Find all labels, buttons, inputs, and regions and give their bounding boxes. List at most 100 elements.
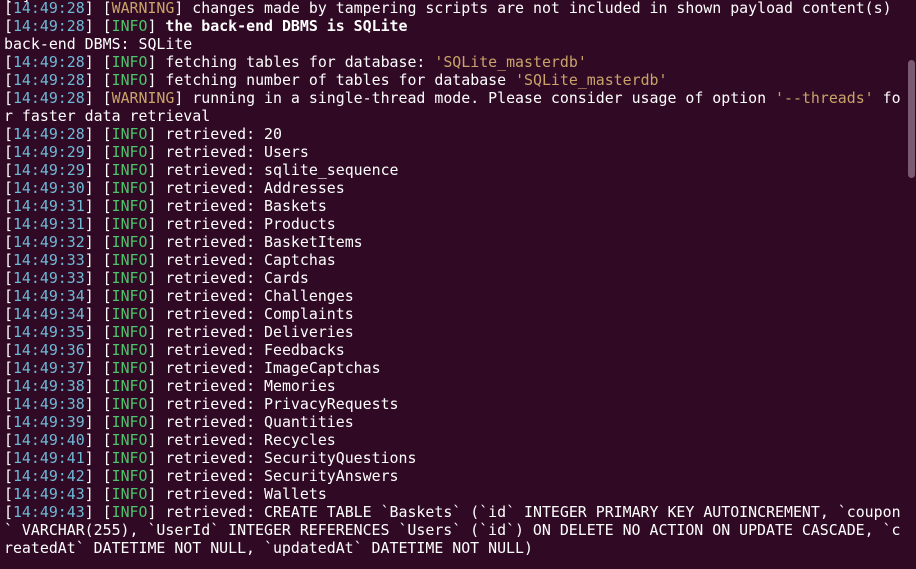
bracket-close: ]: [84, 233, 103, 251]
log-line: ` VARCHAR(255), `UserId` INTEGER REFEREN…: [4, 521, 909, 539]
log-message: retrieved: 20: [156, 125, 282, 143]
bracket-close: ]: [84, 485, 103, 503]
log-level: INFO: [111, 143, 148, 161]
bracket-close: ]: [84, 17, 103, 35]
bracket-close: ]: [84, 143, 103, 161]
log-line: [14:49:31] [INFO] retrieved: Products: [4, 215, 909, 233]
log-message: retrieved: Baskets: [156, 197, 327, 215]
bracket-open: [: [4, 485, 13, 503]
timestamp: 14:49:39: [12, 413, 85, 431]
bracket-close: ]: [84, 323, 103, 341]
log-line: [14:49:39] [INFO] retrieved: Quantities: [4, 413, 909, 431]
bracket-open: [: [4, 53, 13, 71]
log-level: INFO: [111, 413, 148, 431]
bracket-close: ]: [84, 359, 103, 377]
log-line: [14:49:33] [INFO] retrieved: Cards: [4, 269, 909, 287]
quoted-value: 'SQLite_masterdb': [515, 71, 668, 89]
bracket-close: ]: [84, 467, 103, 485]
log-message: retrieved: Memories: [156, 377, 336, 395]
bracket-open: [: [102, 143, 112, 161]
bracket-open: [: [102, 161, 112, 179]
timestamp: 14:49:38: [12, 377, 85, 395]
log-level: INFO: [111, 269, 148, 287]
bracket-close: ]: [84, 179, 103, 197]
log-message: retrieved: BasketItems: [156, 233, 363, 251]
bracket-open: [: [4, 269, 13, 287]
timestamp: 14:49:28: [12, 0, 85, 17]
timestamp: 14:49:32: [12, 233, 85, 251]
log-line: [14:49:34] [INFO] retrieved: Complaints: [4, 305, 909, 323]
timestamp: 14:49:43: [12, 503, 85, 521]
bracket-open: [: [102, 287, 112, 305]
log-line: r faster data retrieval: [4, 107, 909, 125]
log-message: retrieved: CREATE TABLE `Baskets` (`id` …: [156, 503, 901, 521]
log-message: retrieved: Deliveries: [156, 323, 354, 341]
log-level: INFO: [111, 53, 148, 71]
log-level: INFO: [111, 197, 148, 215]
bracket-close: ]: [84, 395, 103, 413]
log-level: INFO: [111, 359, 148, 377]
bracket-open: [: [4, 449, 13, 467]
bracket-open: [: [102, 431, 112, 449]
log-message: retrieved: Complaints: [156, 305, 354, 323]
bracket-close: ]: [84, 89, 103, 107]
bracket-open: [: [102, 71, 112, 89]
log-message: retrieved: Quantities: [156, 413, 354, 431]
log-message: retrieved: SecurityQuestions: [156, 449, 417, 467]
bracket-open: [: [102, 467, 112, 485]
log-message: retrieved: Challenges: [156, 287, 354, 305]
timestamp: 14:49:28: [12, 17, 85, 35]
log-message: the back-end DBMS is SQLite: [156, 17, 408, 35]
bracket-open: [: [102, 395, 112, 413]
log-level: INFO: [111, 233, 148, 251]
log-line: [14:49:28] [INFO] fetching number of tab…: [4, 71, 909, 89]
log-level: INFO: [111, 215, 148, 233]
log-line: [14:49:31] [INFO] retrieved: Baskets: [4, 197, 909, 215]
scrollbar-thumb[interactable]: [908, 60, 915, 178]
timestamp: 14:49:33: [12, 269, 85, 287]
log-level: WARNING: [111, 89, 175, 107]
log-text: r faster data retrieval: [4, 107, 211, 125]
bracket-open: [: [4, 233, 13, 251]
log-line: [14:49:30] [INFO] retrieved: Addresses: [4, 179, 909, 197]
timestamp: 14:49:28: [12, 125, 85, 143]
bracket-close: ]: [84, 0, 103, 17]
bracket-close: ]: [84, 161, 103, 179]
log-message: retrieved: Wallets: [156, 485, 327, 503]
bracket-open: [: [4, 395, 13, 413]
bracket-open: [: [102, 251, 112, 269]
bracket-close: ]: [174, 89, 184, 107]
log-message: retrieved: Recycles: [156, 431, 336, 449]
timestamp: 14:49:28: [12, 53, 85, 71]
bracket-open: [: [102, 53, 112, 71]
log-text: ` VARCHAR(255), `UserId` INTEGER REFEREN…: [4, 521, 901, 539]
bracket-close: ]: [84, 449, 103, 467]
log-level: INFO: [111, 251, 148, 269]
log-line: [14:49:32] [INFO] retrieved: BasketItems: [4, 233, 909, 251]
log-level: INFO: [111, 305, 148, 323]
log-line: back-end DBMS: SQLite: [4, 35, 909, 53]
log-message: retrieved: Captchas: [156, 251, 336, 269]
bracket-open: [: [4, 287, 13, 305]
timestamp: 14:49:33: [12, 251, 85, 269]
bracket-close: ]: [84, 215, 103, 233]
bracket-open: [: [4, 197, 13, 215]
terminal-window[interactable]: [*] [14:49:28] [WARNING] changes made by…: [0, 0, 916, 569]
bracket-open: [: [4, 215, 13, 233]
bracket-open: [: [4, 179, 13, 197]
timestamp: 14:49:28: [12, 89, 85, 107]
bracket-open: [: [4, 323, 13, 341]
timestamp: 14:49:42: [12, 467, 85, 485]
timestamp: 14:49:30: [12, 179, 85, 197]
timestamp: 14:49:34: [12, 287, 85, 305]
bracket-open: [: [4, 143, 13, 161]
log-line: [14:49:29] [INFO] retrieved: sqlite_sequ…: [4, 161, 909, 179]
terminal-output: [14:49:28] [WARNING] changes made by tam…: [4, 0, 909, 557]
bracket-close: ]: [84, 125, 103, 143]
bracket-open: [: [102, 323, 112, 341]
log-level: INFO: [111, 161, 148, 179]
bracket-open: [: [102, 233, 112, 251]
log-level: INFO: [111, 467, 148, 485]
bracket-open: [: [102, 89, 112, 107]
log-message: retrieved: Feedbacks: [156, 341, 345, 359]
